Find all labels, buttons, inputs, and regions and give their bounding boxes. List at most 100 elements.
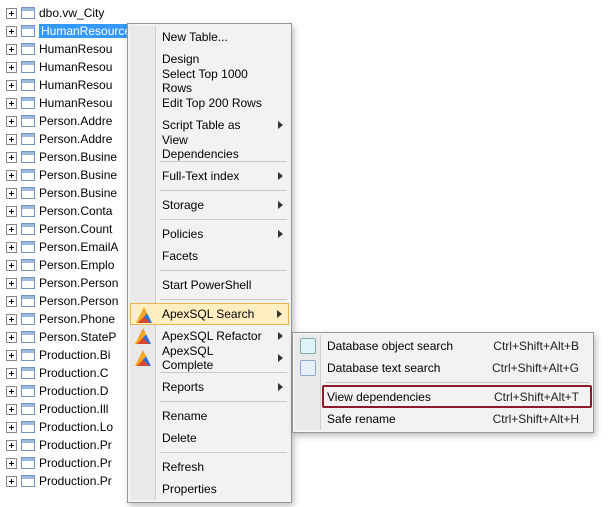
expand-icon[interactable]	[6, 116, 17, 127]
menu-policies[interactable]: Policies	[130, 223, 289, 245]
submenu-item[interactable]: Database object searchCtrl+Shift+Alt+B	[295, 335, 591, 357]
tree-item[interactable]: HumanResou	[6, 76, 608, 94]
menu-edit-200[interactable]: Edit Top 200 Rows	[130, 92, 289, 114]
expand-icon[interactable]	[6, 44, 17, 55]
expand-icon[interactable]	[6, 440, 17, 451]
table-icon	[21, 7, 35, 19]
expand-icon[interactable]	[6, 422, 17, 433]
expand-icon[interactable]	[6, 62, 17, 73]
tree-item-label: HumanResou	[39, 96, 112, 110]
tree-item[interactable]: Person.Emplo	[6, 256, 608, 274]
expand-icon[interactable]	[6, 314, 17, 325]
tree-item[interactable]: Person.Busine	[6, 184, 608, 202]
tree-item[interactable]: HumanResou	[6, 94, 608, 112]
tree-item[interactable]: Person.Busine	[6, 166, 608, 184]
expand-icon[interactable]	[6, 242, 17, 253]
table-icon	[21, 475, 35, 487]
expand-icon[interactable]	[6, 368, 17, 379]
tree-item[interactable]: Production.Pr	[6, 472, 608, 490]
expand-icon[interactable]	[6, 206, 17, 217]
menu-start-powershell[interactable]: Start PowerShell	[130, 274, 289, 296]
tree-item[interactable]: HumanResou	[6, 40, 608, 58]
tree-item[interactable]: Person.Count	[6, 220, 608, 238]
tree-item-label: Person.Person	[39, 294, 118, 308]
expand-icon[interactable]	[6, 476, 17, 487]
expand-icon[interactable]	[6, 80, 17, 91]
tree-item[interactable]: HumanResources.Department	[6, 22, 608, 40]
tree-item[interactable]: Person.Conta	[6, 202, 608, 220]
tree-item-label: Person.Addre	[39, 114, 112, 128]
table-icon	[21, 295, 35, 307]
submenu-item[interactable]: Safe rename Ctrl+Shift+Alt+H	[295, 408, 591, 430]
submenu-item-label: Safe rename	[327, 412, 396, 426]
table-icon	[21, 79, 35, 91]
tree-item-label: Person.Phone	[39, 312, 115, 326]
expand-icon[interactable]	[6, 26, 17, 37]
expand-icon[interactable]	[6, 8, 17, 19]
expand-icon[interactable]	[6, 350, 17, 361]
table-icon	[21, 169, 35, 181]
table-icon	[21, 241, 35, 253]
tree-item[interactable]: Person.Person	[6, 274, 608, 292]
expand-icon[interactable]	[6, 404, 17, 415]
expand-icon[interactable]	[6, 278, 17, 289]
expand-icon[interactable]	[6, 260, 17, 271]
expand-icon[interactable]	[6, 386, 17, 397]
menu-rename[interactable]: Rename	[130, 405, 289, 427]
menu-storage[interactable]: Storage	[130, 194, 289, 216]
tree-item[interactable]: Person.Phone	[6, 310, 608, 328]
expand-icon[interactable]	[6, 332, 17, 343]
tree-item[interactable]: dbo.vw_City	[6, 4, 608, 22]
table-icon	[21, 61, 35, 73]
tree-item-label: Production.Pr	[39, 474, 112, 488]
menu-view-dependencies[interactable]: View Dependencies	[130, 136, 289, 158]
submenu-item-label: Database object search	[327, 339, 453, 353]
table-icon	[21, 133, 35, 145]
table-icon	[21, 349, 35, 361]
table-icon	[21, 205, 35, 217]
tree-item[interactable]: Person.Busine	[6, 148, 608, 166]
submenu-item-shortcut: Ctrl+Shift+Alt+H	[493, 412, 579, 426]
table-icon	[21, 277, 35, 289]
table-icon	[21, 385, 35, 397]
submenu-item-label: View dependencies	[327, 390, 431, 404]
tree-item-label: Production.Pr	[39, 456, 112, 470]
menu-full-text-index[interactable]: Full-Text index	[130, 165, 289, 187]
tree-item[interactable]: Production.Pr	[6, 454, 608, 472]
expand-icon[interactable]	[6, 170, 17, 181]
expand-icon[interactable]	[6, 296, 17, 307]
menu-new-table[interactable]: New Table...	[130, 26, 289, 48]
menu-apexsql-complete[interactable]: ApexSQL Complete	[130, 347, 289, 369]
expand-icon[interactable]	[6, 188, 17, 199]
menu-properties[interactable]: Properties	[130, 478, 289, 500]
expand-icon[interactable]	[6, 458, 17, 469]
expand-icon[interactable]	[6, 152, 17, 163]
tree-item[interactable]: Production.Pr	[6, 436, 608, 454]
menu-delete[interactable]: Delete	[130, 427, 289, 449]
table-icon	[21, 439, 35, 451]
menu-select-1000[interactable]: Select Top 1000 Rows	[130, 70, 289, 92]
tree-item-label: HumanResou	[39, 60, 112, 74]
tree-item-label: Person.EmailA	[39, 240, 118, 254]
table-icon	[21, 421, 35, 433]
table-icon	[21, 223, 35, 235]
expand-icon[interactable]	[6, 98, 17, 109]
table-icon	[21, 97, 35, 109]
tree-item[interactable]: Person.Person	[6, 292, 608, 310]
tree-item[interactable]: HumanResou	[6, 58, 608, 76]
menu-refresh[interactable]: Refresh	[130, 456, 289, 478]
tree-item-label: Production.Lo	[39, 420, 113, 434]
submenu-item[interactable]: Database text searchCtrl+Shift+Alt+G	[295, 357, 591, 379]
table-icon	[21, 187, 35, 199]
tree-item[interactable]: Person.Addre	[6, 130, 608, 148]
menu-facets[interactable]: Facets	[130, 245, 289, 267]
tree-item-label: dbo.vw_City	[39, 6, 104, 20]
context-menu: New Table... Design Select Top 1000 Rows…	[127, 23, 292, 503]
expand-icon[interactable]	[6, 134, 17, 145]
submenu-item[interactable]: View dependenciesCtrl+Shift+Alt+T	[295, 386, 591, 408]
expand-icon[interactable]	[6, 224, 17, 235]
menu-reports[interactable]: Reports	[130, 376, 289, 398]
tree-item[interactable]: Person.EmailA	[6, 238, 608, 256]
menu-apexsql-search[interactable]: ApexSQL Search	[130, 303, 289, 325]
tree-item[interactable]: Person.Addre	[6, 112, 608, 130]
